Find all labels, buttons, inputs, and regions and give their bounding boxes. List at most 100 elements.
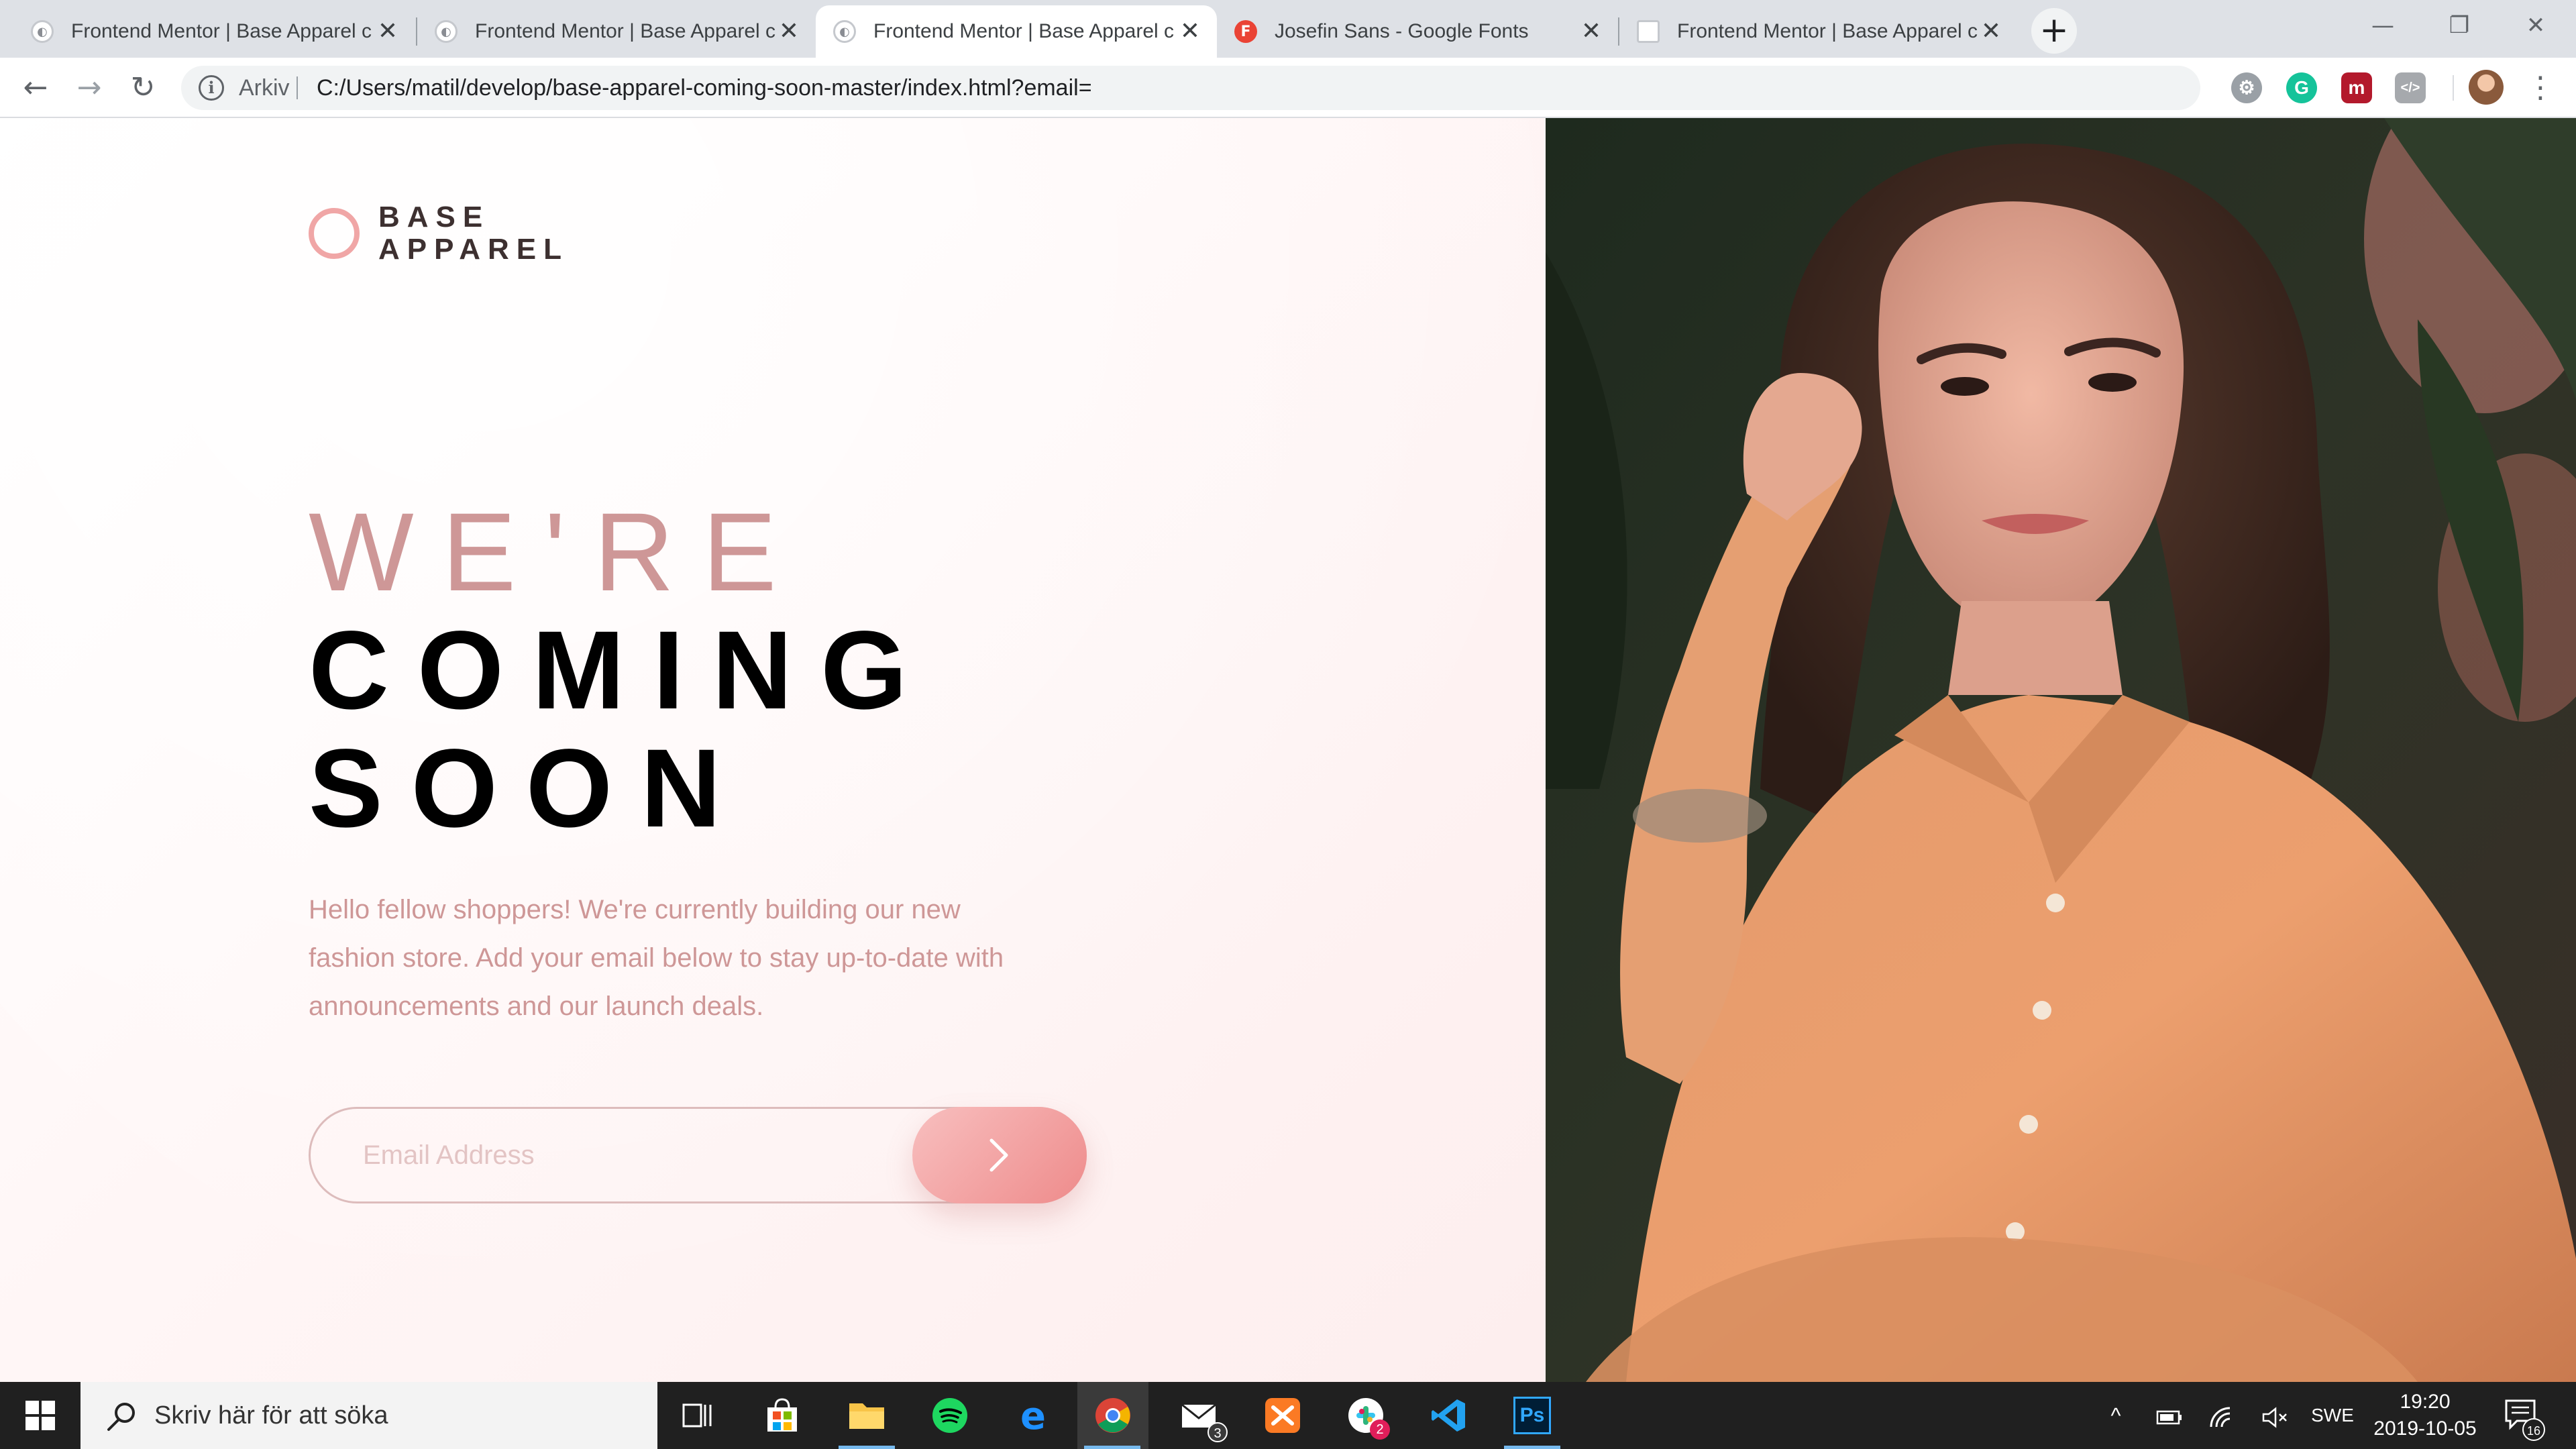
- running-indicator: [1504, 1446, 1560, 1449]
- taskbar-vscode[interactable]: [1415, 1382, 1483, 1449]
- woman-in-orange-shirt-photo: [1546, 118, 2576, 1382]
- restore-button[interactable]: ❐: [2422, 0, 2497, 51]
- code-extension-icon[interactable]: </>: [2395, 72, 2426, 103]
- taskbar-edge[interactable]: e: [1000, 1382, 1067, 1449]
- taskbar-store[interactable]: [749, 1382, 816, 1449]
- email-signup-form: [309, 1107, 1087, 1203]
- taskbar-chrome[interactable]: [1077, 1382, 1148, 1449]
- reload-button[interactable]: ↻: [122, 67, 164, 109]
- intro-line: announcements and our launch deals.: [309, 991, 764, 1021]
- running-indicator: [1084, 1446, 1140, 1449]
- task-view-icon: [682, 1403, 712, 1428]
- xampp-icon: [1265, 1398, 1300, 1433]
- logo-ring-icon: [309, 208, 360, 259]
- tab-title: Josefin Sans - Google Fonts: [1275, 20, 1529, 42]
- info-icon[interactable]: i: [199, 75, 224, 101]
- browser-menu-icon[interactable]: ⋮: [2524, 67, 2557, 109]
- headline-bold-2: SOON: [309, 727, 749, 851]
- tab-close-icon[interactable]: ✕: [1979, 19, 2003, 44]
- logo-line-1: BASE: [378, 201, 490, 233]
- headline-bold-1: COMING: [309, 608, 936, 733]
- brand-logo: BASE APPAREL: [309, 201, 569, 266]
- browser-tab[interactable]: ◐ Frontend Mentor | Base Apparel c ✕: [417, 5, 816, 58]
- taskbar-mail[interactable]: 3: [1166, 1382, 1233, 1449]
- taskbar-slack[interactable]: 2: [1332, 1382, 1399, 1449]
- vscode-icon: [1432, 1399, 1465, 1432]
- grammarly-extension-icon[interactable]: G: [2286, 72, 2317, 103]
- running-indicator: [839, 1446, 895, 1449]
- tab-close-icon[interactable]: ✕: [376, 19, 400, 44]
- clock-time: 19:20: [2400, 1391, 2451, 1413]
- windows-logo-icon: [25, 1401, 55, 1430]
- chevron-right-icon: [989, 1138, 1008, 1172]
- search-icon: [107, 1403, 135, 1431]
- hero-image: [1546, 118, 2576, 1382]
- forward-button[interactable]: →: [68, 67, 110, 109]
- edge-icon: e: [1020, 1397, 1046, 1434]
- task-view-button[interactable]: [664, 1382, 731, 1449]
- browser-tab[interactable]: F Josefin Sans - Google Fonts ✕: [1217, 5, 1618, 58]
- document-icon: [1637, 20, 1660, 43]
- wifi-glyph-icon: [2210, 1407, 2231, 1427]
- microsoft-store-icon: [767, 1398, 797, 1432]
- frontend-mentor-icon: ◐: [833, 20, 856, 43]
- action-center-button[interactable]: 16: [2502, 1395, 2545, 1441]
- input-language[interactable]: SWE: [2304, 1382, 2361, 1449]
- tab-close-icon[interactable]: ✕: [777, 19, 801, 44]
- frontend-mentor-icon: ◐: [31, 20, 54, 43]
- scheme-chip: Arkiv: [239, 75, 290, 101]
- tray-overflow-chevron[interactable]: ^: [2097, 1382, 2135, 1449]
- page-headline: WE'RE COMING SOON: [309, 494, 935, 848]
- start-button[interactable]: [0, 1382, 80, 1449]
- page-viewport: BASE APPAREL WE'RE COMING SOON Hello fel…: [0, 118, 2576, 1382]
- volume-muted-icon[interactable]: [2257, 1382, 2294, 1449]
- close-window-button[interactable]: ✕: [2498, 0, 2573, 51]
- logo-line-2: APPAREL: [378, 233, 569, 266]
- intro-line: fashion store. Add your email below to s…: [309, 943, 1004, 973]
- windows-taskbar: Skriv här för att söka e 3 2 Ps ^ SWE 19…: [0, 1382, 2576, 1449]
- profile-avatar[interactable]: [2469, 70, 2504, 105]
- photoshop-icon: Ps: [1513, 1397, 1551, 1434]
- taskbar-clock[interactable]: 19:20 2019-10-05: [2361, 1389, 2489, 1442]
- tab-title: Frontend Mentor | Base Apparel c: [873, 20, 1175, 42]
- browser-tab-active[interactable]: ◐ Frontend Mentor | Base Apparel c ✕: [816, 5, 1217, 58]
- battery-icon[interactable]: [2151, 1382, 2188, 1449]
- intro-line: Hello fellow shoppers! We're currently b…: [309, 895, 961, 924]
- intro-paragraph: Hello fellow shoppers! We're currently b…: [309, 885, 1060, 1030]
- logo-text: BASE APPAREL: [378, 201, 569, 266]
- settings-extension-icon[interactable]: ⚙: [2231, 72, 2262, 103]
- red-extension-icon[interactable]: m: [2341, 72, 2372, 103]
- tab-close-icon[interactable]: ✕: [1178, 19, 1202, 44]
- battery-glyph-icon: [2156, 1410, 2182, 1424]
- spotify-icon: [932, 1398, 967, 1433]
- taskbar-search-input[interactable]: Skriv här för att söka: [80, 1382, 657, 1449]
- file-explorer-icon: [849, 1403, 884, 1429]
- notification-count-badge: 16: [2522, 1418, 2545, 1441]
- search-placeholder: Skriv här för att söka: [154, 1401, 388, 1430]
- chrome-icon: [1095, 1398, 1130, 1433]
- content-pane: BASE APPAREL WE'RE COMING SOON Hello fel…: [0, 118, 1546, 1382]
- wifi-icon[interactable]: [2203, 1382, 2241, 1449]
- address-bar[interactable]: i Arkiv C:/Users/matil/develop/base-appa…: [181, 66, 2367, 110]
- tab-title: Frontend Mentor | Base Apparel c: [1677, 20, 1978, 42]
- svg-text:e: e: [1020, 1397, 1046, 1434]
- mail-badge: 3: [1208, 1422, 1228, 1442]
- headline-light: WE'RE: [309, 490, 805, 614]
- taskbar-spotify[interactable]: [916, 1382, 983, 1449]
- browser-tab[interactable]: Frontend Mentor | Base Apparel c ✕: [1619, 5, 2018, 58]
- taskbar-file-explorer[interactable]: [833, 1382, 900, 1449]
- google-fonts-icon: F: [1234, 20, 1257, 43]
- speaker-glyph-icon: [2262, 1406, 2287, 1428]
- taskbar-xampp[interactable]: [1249, 1382, 1316, 1449]
- slack-badge: 2: [1370, 1419, 1390, 1440]
- url-text[interactable]: C:/Users/matil/develop/base-apparel-comi…: [317, 66, 1092, 110]
- tab-close-icon[interactable]: ✕: [1579, 19, 1603, 44]
- back-button[interactable]: ←: [15, 67, 56, 109]
- clock-date: 2019-10-05: [2373, 1417, 2477, 1440]
- minimize-button[interactable]: —: [2345, 0, 2420, 51]
- browser-tab[interactable]: ◐ Frontend Mentor | Base Apparel c ✕: [13, 5, 415, 58]
- submit-button[interactable]: [912, 1107, 1087, 1203]
- frontend-mentor-icon: ◐: [435, 20, 458, 43]
- new-tab-button[interactable]: +: [2031, 8, 2077, 54]
- taskbar-photoshop[interactable]: Ps: [1499, 1382, 1566, 1449]
